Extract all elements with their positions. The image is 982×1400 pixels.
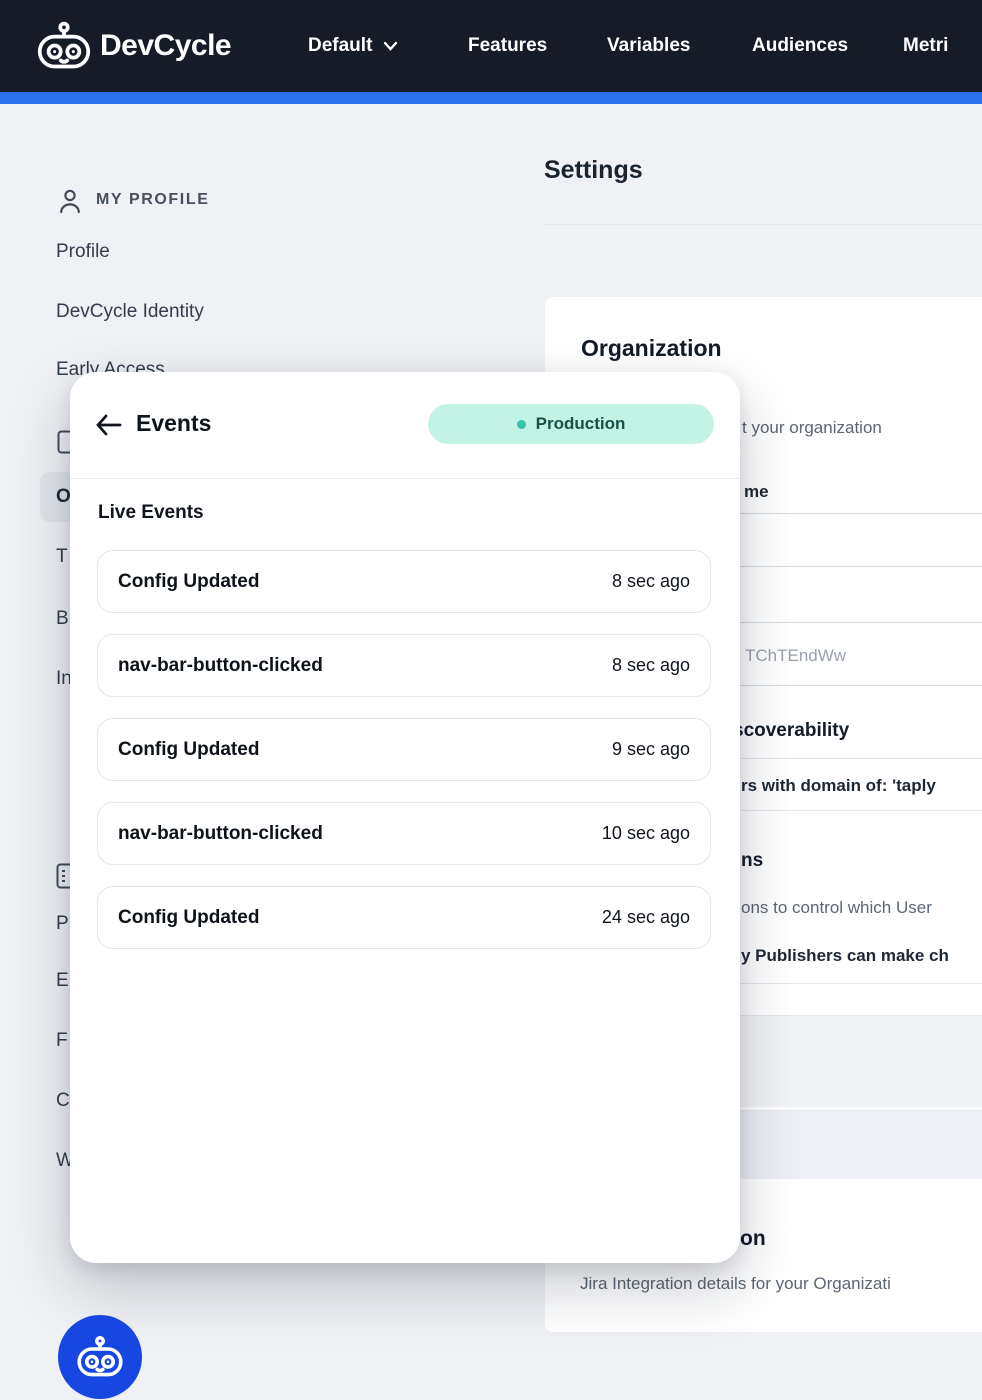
permissions-heading-fragment: ns: [741, 850, 763, 872]
event-timestamp: 10 sec ago: [602, 823, 690, 844]
jira-description: Jira Integration details for your Organi…: [580, 1274, 891, 1294]
organization-card-title: Organization: [581, 335, 722, 362]
sidebar-section-my-profile: MY PROFILE: [96, 191, 210, 209]
sidebar-item-hidden-1[interactable]: O: [56, 486, 71, 508]
nav-link-audiences[interactable]: Audiences: [752, 0, 848, 92]
environment-dot-icon: [517, 420, 526, 429]
top-navbar: DevCycle Default Features Variables Audi…: [0, 0, 982, 92]
organization-name-label-fragment: me: [744, 482, 769, 502]
jira-heading-fragment: on: [740, 1227, 766, 1251]
event-row[interactable]: Config Updated 8 sec ago: [97, 550, 711, 613]
back-arrow-icon[interactable]: [94, 412, 124, 438]
sidebar-item-hidden-2[interactable]: T: [56, 546, 68, 568]
nav-link-variables[interactable]: Variables: [607, 0, 690, 92]
nav-link-metrics[interactable]: Metri: [903, 0, 948, 92]
sidebar-item-hidden-8[interactable]: C: [56, 1090, 70, 1112]
robot-icon: [76, 1334, 124, 1380]
sidebar-item-profile[interactable]: Profile: [56, 241, 110, 263]
event-name: Config Updated: [118, 571, 259, 593]
event-timestamp: 24 sec ago: [602, 907, 690, 928]
person-icon: [58, 188, 82, 220]
accent-bar: [0, 92, 982, 104]
event-name: nav-bar-button-clicked: [118, 823, 323, 845]
event-row[interactable]: nav-bar-button-clicked 10 sec ago: [97, 802, 711, 865]
sidebar-item-hidden-3[interactable]: B: [56, 608, 69, 630]
discoverability-heading-fragment: scoverability: [733, 720, 849, 742]
organization-id-value-fragment: TChTEndWw: [745, 646, 846, 666]
chevron-down-icon: [383, 41, 398, 51]
title-divider: [544, 224, 982, 225]
live-events-modal: Events Production Live Events Config Upd…: [70, 372, 740, 1263]
modal-header-divider: [70, 478, 740, 479]
environment-badge[interactable]: Production: [428, 404, 714, 444]
modal-title: Events: [136, 410, 211, 437]
sidebar-item-hidden-5[interactable]: P: [56, 913, 69, 935]
organization-subtitle-fragment: t your organization: [742, 418, 882, 438]
publishers-row-fragment: y Publishers can make ch: [741, 946, 949, 966]
devcycle-assistant-button[interactable]: [58, 1315, 142, 1399]
event-row[interactable]: Config Updated 9 sec ago: [97, 718, 711, 781]
brand-name: DevCycle: [100, 29, 231, 63]
page-title: Settings: [544, 156, 643, 185]
devcycle-logo[interactable]: DevCycle: [36, 0, 231, 92]
nav-link-features[interactable]: Features: [468, 0, 547, 92]
event-timestamp: 8 sec ago: [612, 655, 690, 676]
app-window: { "navbar": { "brand": "DevCycle", "proj…: [0, 0, 982, 1400]
event-timestamp: 8 sec ago: [612, 571, 690, 592]
environment-badge-label: Production: [536, 414, 626, 434]
event-name: nav-bar-button-clicked: [118, 655, 323, 677]
event-name: Config Updated: [118, 739, 259, 761]
project-selector-label: Default: [308, 35, 372, 57]
sidebar-item-hidden-6[interactable]: E: [56, 970, 69, 992]
event-row[interactable]: nav-bar-button-clicked 8 sec ago: [97, 634, 711, 697]
sidebar-item-hidden-7[interactable]: F: [56, 1030, 68, 1052]
event-name: Config Updated: [118, 907, 259, 929]
devcycle-robot-icon: [36, 19, 92, 73]
sidebar-item-devcycle-identity[interactable]: DevCycle Identity: [56, 301, 204, 323]
domain-discoverability-row-fragment: rs with domain of: 'taply: [741, 776, 936, 796]
project-selector[interactable]: Default: [308, 0, 398, 92]
live-events-heading: Live Events: [98, 502, 204, 524]
permissions-description-fragment: ons to control which User: [741, 898, 932, 918]
event-timestamp: 9 sec ago: [612, 739, 690, 760]
event-row[interactable]: Config Updated 24 sec ago: [97, 886, 711, 949]
